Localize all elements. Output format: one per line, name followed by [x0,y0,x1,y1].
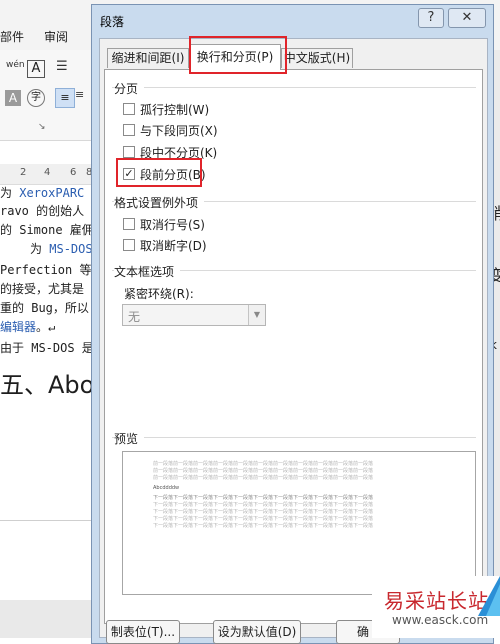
doc-line: Perfection 等 [0,263,92,277]
preview-sample-text: Abcddddw [153,485,180,491]
close-button[interactable]: ✕ [448,8,486,28]
tight-wrap-value: 无 [128,310,141,324]
preview-next-text: 下一段落下一段落下一段落下一段落下一段落下一段落下一段落下一段落下一段落下一段落… [153,502,374,508]
preview-prev-text: 前一段落前一段落前一段落前一段落前一段落前一段落前一段落前一段落前一段落前一段落… [153,475,374,481]
ribbon-tab-partial[interactable]: 部件 [0,28,24,45]
dialog-title: 段落 [100,15,125,29]
doc-line: 为 MS-DOS [30,242,93,256]
tab-indents-spacing[interactable]: 缩进和间距(I) [107,48,189,68]
format-exceptions-group-label: 格式设置例外项 [114,194,205,211]
watermark-logo-icon [478,576,500,616]
tight-wrap-select[interactable]: 无 ▼ [122,304,266,326]
enclose-char-icon[interactable]: 字 [27,89,45,107]
preview-prev-text: 前一段落前一段落前一段落前一段落前一段落前一段落前一段落前一段落前一段落前一段落… [153,461,374,467]
preview-box: 前一段落前一段落前一段落前一段落前一段落前一段落前一段落前一段落前一段落前一段落… [122,451,476,595]
widow-control-label[interactable]: 孤行控制(W) [140,101,209,118]
phonetic-guide-icon[interactable]: wén [6,60,25,70]
preview-next-text: 下一段落下一段落下一段落下一段落下一段落下一段落下一段落下一段落下一段落下一段落… [153,509,374,515]
ruler-tick: 6 [70,167,77,178]
align-left-icon[interactable]: ≡ [55,88,75,108]
dialog-launcher-icon[interactable]: ↘ [38,122,46,132]
tab-asian-typography[interactable]: 中文版式(H) [281,48,353,68]
preview-next-text: 下一段落下一段落下一段落下一段落下一段落下一段落下一段落下一段落下一段落下一段落… [153,495,374,501]
align-center-icon[interactable]: ≡ [75,88,84,101]
preview-prev-text: 前一段落前一段落前一段落前一段落前一段落前一段落前一段落前一段落前一段落前一段落… [153,468,374,474]
highlight-box-option [116,158,202,187]
group-separator [112,87,476,88]
keep-with-next-checkbox[interactable] [123,124,135,136]
tight-wrap-label: 紧密环绕(R): [124,287,194,301]
doc-line: 为 XeroxPARC [0,186,85,200]
suppress-line-numbers-label[interactable]: 取消行号(S) [140,216,205,233]
char-shading-icon[interactable]: A [5,90,21,106]
preview-next-text: 下一段落下一段落下一段落下一段落下一段落下一段落下一段落下一段落下一段落下一段落… [153,516,374,522]
doc-line: 编辑器。↵ [0,320,56,334]
textbox-options-group-label: 文本框选项 [114,263,181,280]
char-border-icon[interactable]: A [27,60,45,78]
ribbon-tab-review[interactable]: 审阅 [44,28,68,45]
suppress-line-numbers-checkbox[interactable] [123,218,135,230]
ruler-tick: 4 [44,167,51,178]
dont-hyphenate-label[interactable]: 取消断字(D) [140,237,207,254]
group-separator [112,437,476,438]
ruler-tick: 2 [20,167,27,178]
page-edge [0,520,96,521]
help-button[interactable]: ? [418,8,444,28]
bullets-icon[interactable]: ☰ [56,59,68,74]
doc-line: 重的 Bug，所以 [0,301,89,315]
doc-gap [0,600,96,638]
widow-control-checkbox[interactable] [123,103,135,115]
doc-line: 的接受，尤其是 [0,282,85,296]
preview-next-text: 下一段落下一段落下一段落下一段落下一段落下一段落下一段落下一段落下一段落下一段落… [153,523,374,529]
tabs-button[interactable]: 制表位(T)... [106,620,180,644]
keep-lines-together-checkbox[interactable] [123,146,135,158]
preview-group-label: 预览 [114,430,145,447]
highlight-box-tab [189,36,287,74]
set-default-button[interactable]: 设为默认值(D) [213,620,301,644]
doc-heading: 五、Abo [0,371,95,399]
chevron-down-icon[interactable]: ▼ [248,305,265,325]
doc-line: ravo 的创始人 [0,204,85,218]
doc-line: 的 Simone 雇佣 [0,223,94,237]
doc-line: 由于 MS-DOS 是 [0,341,94,355]
dont-hyphenate-checkbox[interactable] [123,239,135,251]
keep-with-next-label[interactable]: 与下段同页(X) [140,122,218,139]
pagination-group-label: 分页 [114,80,145,97]
